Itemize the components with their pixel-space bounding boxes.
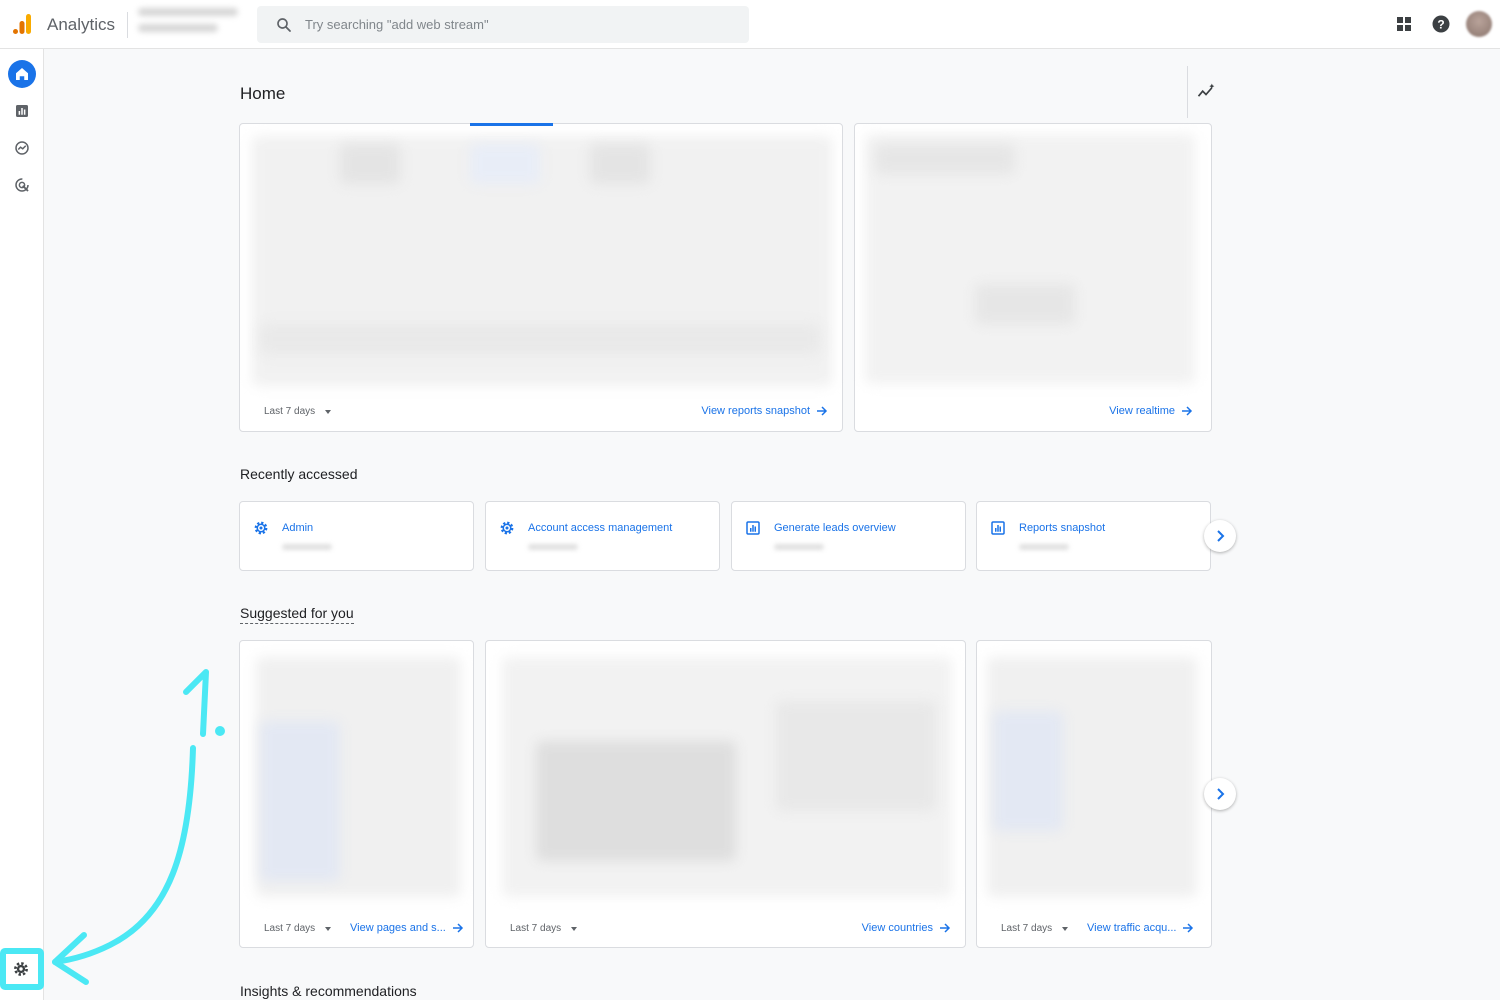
recent-next-button[interactable]: [1204, 520, 1236, 552]
blurred-country-list: [776, 701, 936, 811]
search-icon: [277, 18, 291, 32]
link-label: View traffic acqu...: [1087, 922, 1177, 934]
caret-down-icon: [1062, 926, 1069, 931]
overview-card: Last 7 days View reports snapshot: [239, 123, 843, 432]
suggested-card-pages: Last 7 days View pages and s...: [239, 640, 474, 948]
svg-text:?: ?: [1437, 18, 1444, 32]
link-label: View pages and s...: [350, 922, 446, 934]
insights-title: Insights & recommendations: [240, 983, 417, 999]
chevron-right-icon: [1217, 788, 1225, 800]
header-divider: [1187, 66, 1188, 118]
recent-item-admin[interactable]: Admin: [239, 501, 474, 571]
gear-icon: [254, 521, 268, 535]
annotation-number-stroke: [183, 669, 209, 737]
nav-explore[interactable]: [8, 134, 36, 162]
explore-icon: [15, 141, 29, 155]
chevron-right-icon: [1217, 530, 1225, 542]
caret-down-icon: [325, 409, 332, 414]
date-range-selector[interactable]: Last 7 days: [264, 923, 332, 934]
date-range-label: Last 7 days: [264, 923, 316, 934]
caret-down-icon: [325, 926, 332, 931]
app-title: Analytics: [47, 15, 116, 34]
recently-accessed-title: Recently accessed: [240, 466, 358, 482]
avatar[interactable]: [1466, 11, 1492, 37]
date-range-selector[interactable]: Last 7 days: [510, 923, 578, 934]
nav-reports[interactable]: [8, 97, 36, 125]
blurred-timestamp: [528, 544, 578, 550]
recent-item-label: Generate leads overview: [774, 522, 896, 534]
link-label: View countries: [861, 922, 933, 934]
report-icon: [746, 521, 760, 535]
nav-advertising[interactable]: [8, 171, 36, 199]
caret-down-icon: [571, 926, 578, 931]
annotation-number-dot: [215, 726, 225, 736]
arrow-right-icon: [940, 923, 951, 933]
arrow-right-icon: [817, 406, 828, 416]
suggested-next-button[interactable]: [1204, 778, 1236, 810]
annotation-arrow-head: [52, 932, 89, 985]
blurred-axis: [260, 324, 820, 354]
arrow-right-icon: [1182, 406, 1193, 416]
recent-item-generate-leads[interactable]: Generate leads overview: [731, 501, 966, 571]
report-icon: [991, 521, 1005, 535]
account-selector[interactable]: [138, 8, 248, 40]
view-countries-link[interactable]: View countries: [862, 922, 951, 934]
blurred-metric: [590, 144, 650, 184]
analytics-logo-icon[interactable]: [10, 12, 34, 36]
date-range-selector[interactable]: Last 7 days: [264, 406, 332, 417]
page-title: Home: [240, 84, 286, 103]
blurred-metric: [340, 144, 400, 184]
blurred-timestamp: [774, 544, 824, 550]
recent-item-account-access[interactable]: Account access management: [485, 501, 720, 571]
date-range-selector[interactable]: Last 7 days: [1001, 923, 1069, 934]
nav-home[interactable]: [8, 60, 36, 88]
view-realtime-link[interactable]: View realtime: [1109, 405, 1193, 417]
arrow-right-icon: [1183, 923, 1194, 933]
date-range-label: Last 7 days: [264, 406, 316, 417]
blurred-metric: [975, 284, 1075, 324]
blurred-rows: [260, 721, 340, 881]
gear-icon: [500, 521, 514, 535]
apps-grid-icon[interactable]: [1394, 14, 1414, 34]
search-input[interactable]: [305, 6, 735, 43]
annotation-arrow-shaft: [52, 745, 196, 965]
blurred-rows: [993, 711, 1063, 831]
insights-icon[interactable]: [1196, 82, 1216, 102]
view-traffic-acquisition-link[interactable]: View traffic acqu...: [1087, 922, 1194, 934]
view-reports-snapshot-link[interactable]: View reports snapshot: [701, 405, 828, 417]
recent-item-label: Admin: [282, 522, 314, 534]
blurred-timestamp: [1019, 544, 1069, 550]
date-range-label: Last 7 days: [1001, 923, 1053, 934]
link-label: View realtime: [1109, 405, 1175, 417]
suggested-card-countries: Last 7 days View countries: [485, 640, 966, 948]
view-pages-link[interactable]: View pages and s...: [350, 922, 464, 934]
link-label: View reports snapshot: [701, 405, 810, 417]
active-tab-indicator: [470, 123, 553, 126]
admin-settings-button[interactable]: [10, 958, 32, 980]
search-bar[interactable]: [257, 6, 749, 43]
suggested-title-text: Suggested for you: [240, 605, 354, 624]
recent-item-label: Account access management: [528, 522, 673, 534]
suggested-title: Suggested for you: [240, 605, 354, 624]
date-range-label: Last 7 days: [510, 923, 562, 934]
blurred-metric: [875, 144, 1015, 174]
realtime-card: View realtime: [854, 123, 1212, 432]
arrow-right-icon: [452, 923, 463, 933]
blurred-timestamp: [282, 544, 332, 550]
home-icon: [16, 68, 28, 80]
reports-icon: [16, 105, 28, 117]
left-nav-rail: [0, 49, 44, 1000]
help-icon[interactable]: ?: [1431, 14, 1451, 34]
gear-icon: [14, 962, 28, 976]
recent-item-label: Reports snapshot: [1019, 522, 1106, 534]
blurred-metric: [470, 144, 540, 184]
suggested-card-traffic: Last 7 days View traffic acqu...: [976, 640, 1212, 948]
top-bar: Analytics ?: [0, 0, 1500, 49]
title-divider: [127, 12, 128, 38]
recent-item-reports-snapshot[interactable]: Reports snapshot: [976, 501, 1211, 571]
advertising-icon: [15, 178, 29, 192]
blurred-world-map: [536, 741, 736, 861]
